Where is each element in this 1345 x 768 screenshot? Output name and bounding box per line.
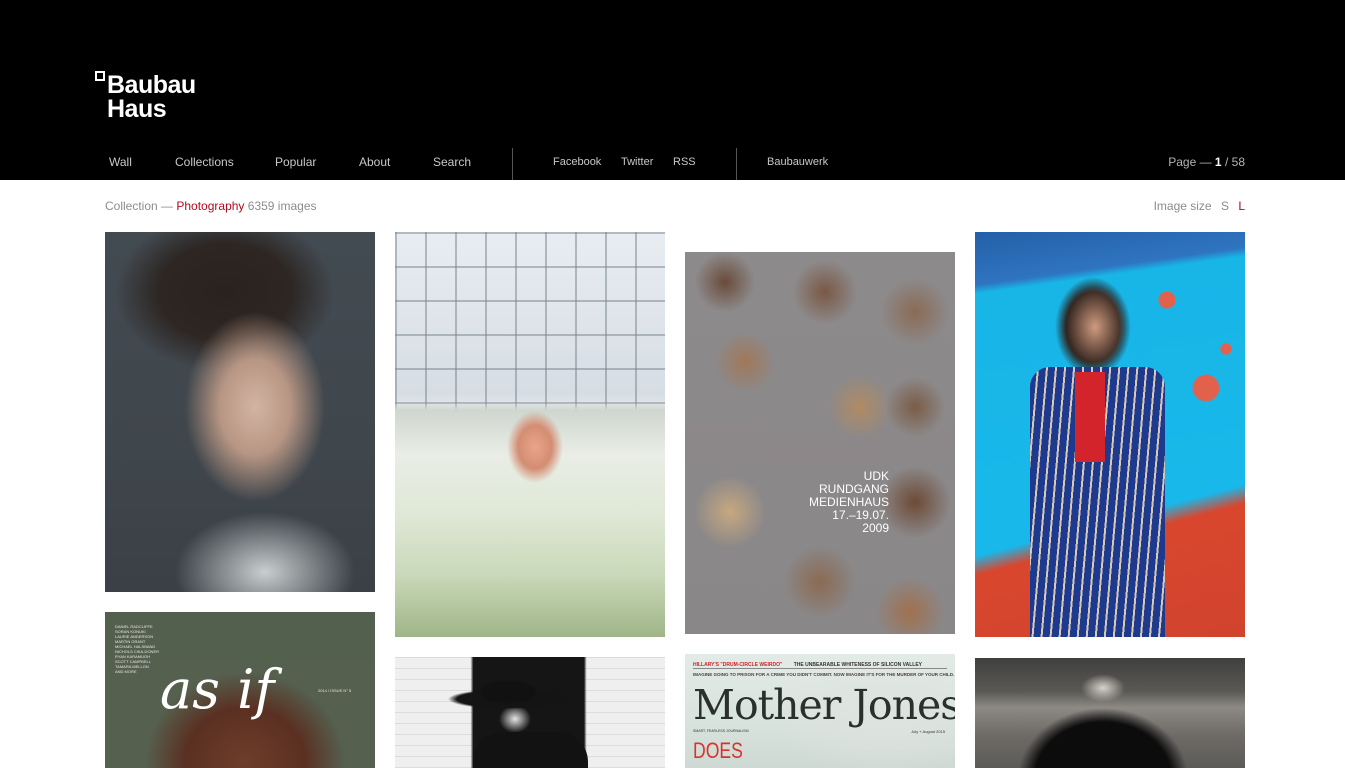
collection-link[interactable]: Photography <box>176 199 244 213</box>
cover-date: July + August 2015 <box>911 729 945 734</box>
nav-twitter[interactable]: Twitter <box>621 156 653 168</box>
gallery-image[interactable] <box>975 232 1245 637</box>
nav-popular[interactable]: Popular <box>275 155 316 169</box>
image-count: 6359 images <box>247 199 317 213</box>
nav-rss[interactable]: RSS <box>673 156 696 168</box>
gallery-image[interactable] <box>975 658 1245 768</box>
gallery-image[interactable] <box>395 232 665 637</box>
nav-divider <box>512 148 513 180</box>
image-size-selector: Image size S L <box>1153 199 1245 213</box>
page-indicator: Page — 1 / 58 <box>1168 155 1245 169</box>
nav-baubauwerk[interactable]: Baubauwerk <box>767 156 828 168</box>
nav-collections[interactable]: Collections <box>175 155 234 169</box>
gallery-image[interactable]: DANIEL RADCLIFFE SORAN KONUKI LAURIE AND… <box>105 612 375 768</box>
size-large-button[interactable]: L <box>1238 199 1245 213</box>
nav-search[interactable]: Search <box>433 155 471 169</box>
cover-subline: IMAGINE GOING TO PRISON FOR A CRIME YOU … <box>693 672 955 677</box>
cover-credits: DANIEL RADCLIFFE SORAN KONUKI LAURIE AND… <box>115 624 160 674</box>
logo-text: Baubau Haus <box>107 71 196 123</box>
site-logo[interactable]: Baubau Haus <box>95 71 225 126</box>
gallery-image[interactable] <box>105 232 375 592</box>
cover-strap: HILLARY'S "DRUM-CIRCLE WEIRDO" THE UNBEA… <box>693 662 947 669</box>
cover-masthead: Mother Jones <box>693 681 955 729</box>
cover-headline: DOES <box>693 738 743 763</box>
nav-about[interactable]: About <box>359 155 390 169</box>
gallery-image[interactable]: UDK RUNDGANG MEDIENHAUS 17.–19.07. 2009 <box>685 252 955 634</box>
poster-text: UDK RUNDGANG MEDIENHAUS 17.–19.07. 2009 <box>808 469 889 535</box>
gallery-image[interactable]: HILLARY'S "DRUM-CIRCLE WEIRDO" THE UNBEA… <box>685 654 955 768</box>
cover-title: as if <box>160 658 275 721</box>
current-page: 1 <box>1214 155 1222 169</box>
nav-facebook[interactable]: Facebook <box>553 156 601 168</box>
primary-nav: Wall Collections Popular About Search Fa… <box>0 150 1345 180</box>
total-pages: 58 <box>1231 155 1245 169</box>
cover-issue: 2014 / ISSUE N° 5 <box>318 688 352 693</box>
nav-divider <box>736 148 737 180</box>
collection-breadcrumb: Collection — Photography 6359 images <box>105 199 317 213</box>
size-small-button[interactable]: S <box>1221 199 1229 213</box>
nav-wall[interactable]: Wall <box>109 155 132 169</box>
coat-shape <box>473 732 588 768</box>
cover-tagline: SMART, FEARLESS JOURNALISM <box>693 729 749 733</box>
red-shirt-shape <box>1075 372 1105 462</box>
gallery-image[interactable] <box>395 657 665 768</box>
logo-square-icon <box>95 71 105 81</box>
site-header: Baubau Haus Wall Collections Popular Abo… <box>0 0 1345 180</box>
